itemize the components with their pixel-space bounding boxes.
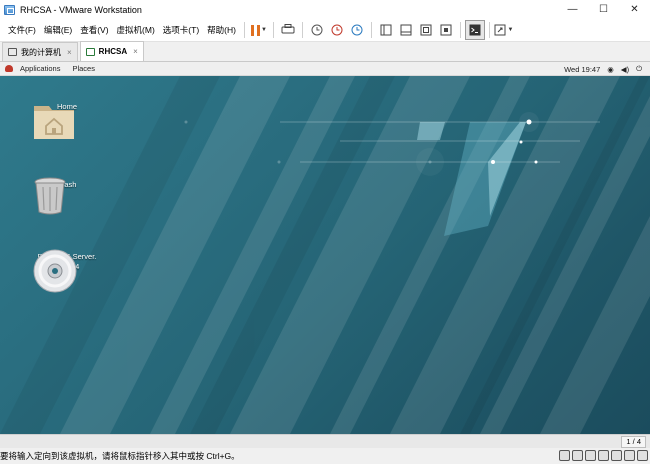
unity-icon [440, 24, 452, 36]
desktop-icon-disc[interactable]: RHEL-7.5 Server. x86_64 [32, 248, 102, 293]
desktop-icon-trash[interactable]: Trash [32, 176, 102, 215]
hard-disk-icon[interactable] [559, 450, 570, 461]
toolbar-separator [370, 22, 372, 38]
console-layout-icon [400, 24, 412, 36]
title-bar: RHCSA - VMware Workstation — ☐ ✕ [0, 0, 650, 19]
fullscreen-icon [420, 24, 432, 36]
guest-system-tray: Wed 19:47 ◉ ◀) ⏻ [564, 62, 642, 76]
workspace-indicator[interactable]: 1 / 4 [621, 436, 646, 448]
desktop-icon-home[interactable]: Home [32, 98, 102, 139]
revert-snapshot-icon [331, 24, 343, 36]
tab-bar: 我的计算机 × RHCSA × [0, 41, 650, 62]
tab-label: 我的计算机 [21, 47, 61, 57]
snapshot-manager-button[interactable] [347, 20, 367, 40]
toolbar-separator [272, 22, 274, 38]
minimize-button[interactable]: — [557, 0, 588, 19]
toolbar-separator [459, 22, 461, 38]
menu-file[interactable]: 文件(F) [4, 24, 40, 36]
fullscreen-button[interactable] [416, 20, 436, 40]
close-icon[interactable]: × [67, 48, 72, 57]
network-icon[interactable]: ◉ [607, 65, 614, 74]
menu-vm[interactable]: 虚拟机(M) [113, 24, 159, 36]
menu-help[interactable]: 帮助(H) [203, 24, 240, 36]
revert-snapshot-button[interactable] [327, 20, 347, 40]
status-bar: 要将输入定向到该虚拟机，请将鼠标指针移入其中或按 Ctrl+G。 [0, 448, 650, 464]
tab-my-computer[interactable]: 我的计算机 × [2, 42, 78, 61]
pause-button[interactable]: ▼ [249, 20, 269, 40]
chevron-down-icon: ▼ [260, 27, 267, 33]
usb-icon[interactable] [598, 450, 609, 461]
terminal-button[interactable] [464, 20, 485, 40]
sidebar-layout-icon [380, 24, 392, 36]
redhat-logo-icon [5, 65, 13, 72]
snapshot-button[interactable] [307, 20, 327, 40]
power-icon[interactable]: ⏻ [636, 64, 642, 74]
optical-disc-icon [33, 249, 77, 293]
tab-label: RHCSA [98, 47, 128, 56]
library-view-button[interactable] [376, 20, 396, 40]
chevron-down-icon: ▼ [507, 27, 514, 33]
pause-icon [250, 24, 260, 36]
computer-icon [8, 48, 17, 56]
unity-button[interactable] [436, 20, 456, 40]
cd-drive-icon[interactable] [572, 450, 583, 461]
snapshot-clock-icon [311, 24, 323, 36]
guest-bottom-panel: 1 / 4 [0, 434, 650, 448]
close-icon[interactable]: × [133, 47, 138, 56]
sound-icon[interactable] [611, 450, 622, 461]
network-adapter-icon[interactable] [585, 450, 596, 461]
vmware-app-icon [4, 4, 15, 15]
home-folder-icon [34, 106, 74, 139]
console-view-button[interactable] [396, 20, 416, 40]
status-message: 要将输入定向到该虚拟机，请将鼠标指针移入其中或按 Ctrl+G。 [0, 451, 240, 461]
guest-top-panel: Applications Places Wed 19:47 ◉ ◀) ⏻ [0, 62, 650, 76]
maximize-button[interactable]: ☐ [588, 0, 619, 19]
stretch-button[interactable]: ▼ [494, 20, 514, 40]
terminal-icon [469, 24, 481, 36]
menu-bar: 文件(F) 编辑(E) 查看(V) 虚拟机(M) 选项卡(T) 帮助(H) ▼ … [0, 19, 650, 42]
trash-icon [34, 177, 66, 215]
display-icon[interactable] [637, 450, 648, 461]
applications-menu[interactable]: Applications [20, 64, 60, 73]
device-tray [559, 450, 648, 461]
tab-rhcsa[interactable]: RHCSA × [79, 41, 144, 61]
window-controls: — ☐ ✕ [557, 0, 650, 19]
send-keys-button[interactable] [278, 20, 298, 40]
clock[interactable]: Wed 19:47 [564, 65, 600, 74]
stretch-guest-icon [494, 24, 506, 36]
menu-view[interactable]: 查看(V) [76, 24, 112, 36]
guest-desktop[interactable]: Home Trash RHEL-7.5 Server. x86_64 [0, 76, 650, 434]
toolbar-separator [488, 22, 490, 38]
snapshot-manager-icon [351, 24, 363, 36]
places-menu[interactable]: Places [72, 64, 95, 73]
printer-icon[interactable] [624, 450, 635, 461]
toolbar-separator [243, 22, 245, 38]
vm-icon [85, 47, 95, 56]
menu-edit[interactable]: 编辑(E) [40, 24, 76, 36]
menu-tabs[interactable]: 选项卡(T) [159, 24, 203, 36]
toolbar-separator [301, 22, 303, 38]
window-title: RHCSA - VMware Workstation [20, 4, 142, 15]
send-keys-icon [281, 24, 295, 34]
close-button[interactable]: ✕ [619, 0, 650, 19]
volume-icon[interactable]: ◀) [621, 65, 629, 74]
